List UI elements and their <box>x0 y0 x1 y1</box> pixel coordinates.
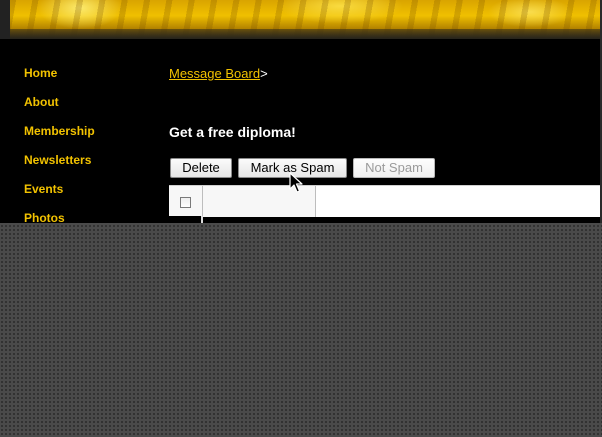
sidebar-item-photos[interactable]: Photos <box>24 211 144 223</box>
breadcrumb-link-message-board[interactable]: Message Board <box>169 66 260 81</box>
sidebar-nav: Home About Membership Newsletters Events… <box>24 66 144 223</box>
browser-page: Home About Membership Newsletters Events… <box>0 0 602 223</box>
select-all-checkbox[interactable] <box>180 197 191 208</box>
banner-shade <box>10 29 600 39</box>
table-row <box>169 216 203 223</box>
mark-as-spam-button[interactable]: Mark as Spam <box>238 158 347 178</box>
banner-left-strip <box>0 0 10 39</box>
table-header-column-main <box>316 186 602 217</box>
sidebar-item-membership[interactable]: Membership <box>24 124 144 153</box>
sidebar-item-newsletters[interactable]: Newsletters <box>24 153 144 182</box>
delete-button[interactable]: Delete <box>170 158 232 178</box>
table-header-column <box>203 186 316 217</box>
table-header-check-column <box>169 186 203 217</box>
breadcrumb: Message Board> <box>169 66 268 81</box>
sidebar-item-home[interactable]: Home <box>24 66 144 95</box>
message-table-header <box>169 185 602 217</box>
page-title: Get a free diploma! <box>169 124 296 140</box>
sidebar-item-events[interactable]: Events <box>24 182 144 211</box>
breadcrumb-separator: > <box>260 66 268 81</box>
header-banner <box>10 0 600 39</box>
not-spam-button[interactable]: Not Spam <box>353 158 435 178</box>
sidebar-item-about[interactable]: About <box>24 95 144 124</box>
